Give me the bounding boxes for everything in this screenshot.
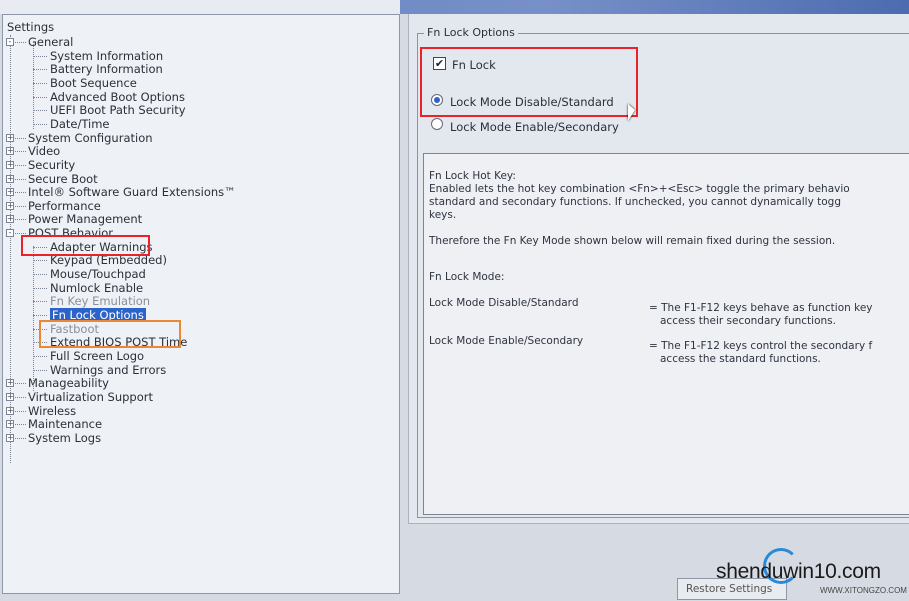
expand-icon[interactable]: + (6, 133, 14, 142)
help-text-box: Fn Lock Hot Key: Enabled lets the hot ke… (423, 153, 909, 515)
tree-item[interactable]: Advanced Boot Options (50, 90, 185, 104)
expand-icon[interactable]: + (6, 406, 14, 415)
tree-root-label[interactable]: Settings (7, 20, 54, 34)
collapse-icon[interactable]: - (6, 229, 14, 238)
tree-item[interactable]: Mouse/Touchpad (50, 267, 146, 281)
expand-icon[interactable]: + (6, 215, 14, 224)
tree-item[interactable]: Fn Key Emulation (50, 294, 150, 308)
tree-item[interactable]: Full Screen Logo (50, 349, 144, 363)
expand-icon[interactable]: + (6, 379, 14, 388)
help-line-3: keys. (429, 209, 457, 221)
tree-item[interactable]: Secure Boot (28, 172, 98, 186)
radio-lock-mode-enable-label[interactable]: Lock Mode Enable/Secondary (450, 120, 619, 134)
top-bar (0, 0, 909, 14)
tree-item[interactable]: Maintenance (28, 417, 102, 431)
expand-icon[interactable]: + (6, 147, 14, 156)
expand-icon[interactable]: + (6, 420, 14, 429)
expand-icon[interactable]: + (6, 174, 14, 183)
mode-1-desc-2: access their secondary functions. (660, 315, 836, 327)
tree-item[interactable]: Wireless (28, 404, 76, 418)
tree-item[interactable]: Intel® Software Guard Extensions™ (28, 185, 236, 199)
fn-lock-highlight (420, 47, 638, 117)
tree-item[interactable]: UEFI Boot Path Security (50, 103, 186, 117)
mode-2-desc-1: = The F1-F12 keys control the secondary … (649, 340, 873, 352)
fn-lock-options-highlight (39, 320, 181, 348)
tree-item[interactable]: Battery Information (50, 62, 163, 76)
tree-item[interactable]: Numlock Enable (50, 281, 143, 295)
mode-1-desc-1: = The F1-F12 keys behave as function key (649, 302, 873, 314)
mode-1-name: Lock Mode Disable/Standard (429, 297, 579, 309)
help-line-4: Therefore the Fn Key Mode shown below wi… (429, 235, 836, 247)
tree-item[interactable]: General (28, 35, 73, 49)
watermark-text: shenduwin10.com (716, 560, 881, 583)
tree-item[interactable]: System Configuration (28, 131, 153, 145)
tree-item[interactable]: Security (28, 158, 75, 172)
tree-item[interactable]: Power Management (28, 212, 142, 226)
expand-icon[interactable]: + (6, 392, 14, 401)
tree-item[interactable]: Video (28, 144, 60, 158)
watermark-small-text: WWW.XITONGZO.COM (820, 586, 907, 595)
collapse-icon[interactable]: - (6, 38, 14, 46)
mode-2-name: Lock Mode Enable/Secondary (429, 335, 584, 347)
settings-tree[interactable]: Settings - General System Information Batte… (2, 14, 400, 594)
tree-item[interactable]: Virtualization Support (28, 390, 153, 404)
mouse-cursor-icon (628, 104, 635, 121)
help-line-1: Enabled lets the hot key combination <Fn… (429, 183, 850, 195)
expand-icon[interactable]: + (6, 201, 14, 210)
radio-lock-mode-enable[interactable] (431, 118, 443, 130)
post-behavior-highlight (21, 235, 150, 256)
mode-2-desc-2: access the standard functions. (660, 353, 821, 365)
tree-item[interactable]: Warnings and Errors (50, 363, 166, 377)
tree-item[interactable]: Manageability (28, 376, 109, 390)
help-line-5: Fn Lock Mode: (429, 271, 505, 283)
expand-icon[interactable]: + (6, 188, 14, 197)
group-title: Fn Lock Options (424, 26, 518, 39)
tree-item[interactable]: Date/Time (50, 117, 110, 131)
help-line-2: standard and secondary functions. If unc… (429, 196, 842, 208)
help-heading: Fn Lock Hot Key: (429, 170, 516, 182)
expand-icon[interactable]: + (6, 433, 14, 442)
expand-icon[interactable]: + (6, 160, 14, 169)
tree-item[interactable]: System Information (50, 49, 163, 63)
tree-item[interactable]: System Logs (28, 431, 101, 445)
tree-item[interactable]: Boot Sequence (50, 76, 137, 90)
tree-item[interactable]: Performance (28, 199, 101, 213)
